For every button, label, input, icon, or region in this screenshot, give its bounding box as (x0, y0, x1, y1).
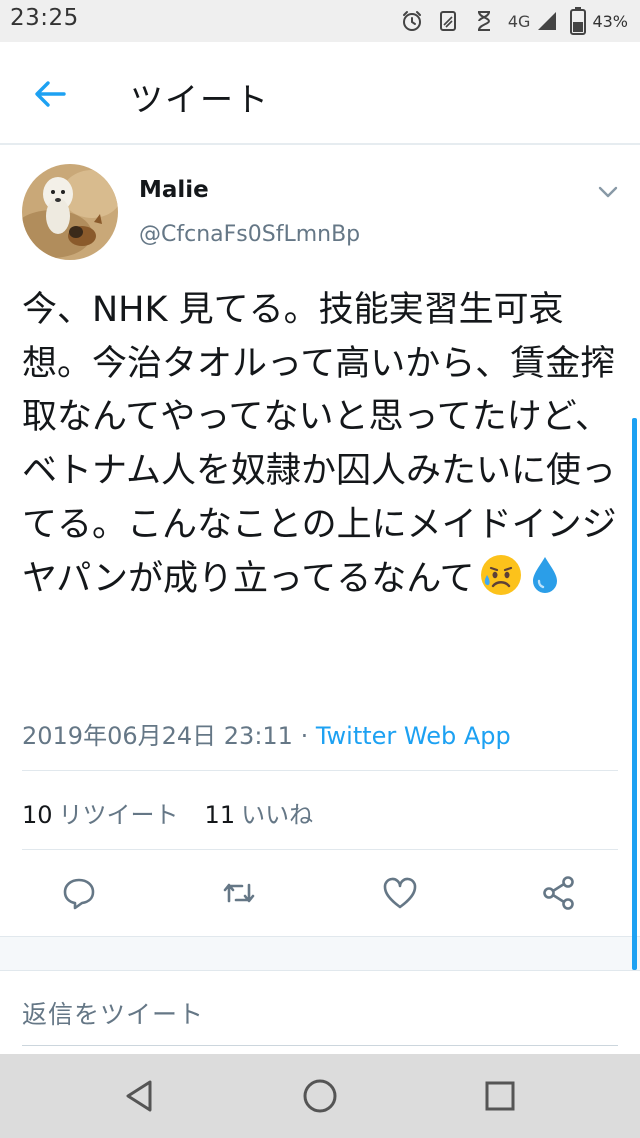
tweet-stats: 10 リツイート 11 いいね (22, 795, 313, 830)
avatar[interactable] (22, 164, 118, 260)
author-name[interactable]: Malie (139, 177, 209, 203)
triangle-back-icon[interactable] (118, 1074, 162, 1118)
app-bar: ツイート (0, 42, 640, 145)
scrollbar[interactable] (632, 418, 637, 970)
reply-input[interactable]: 返信をツイート (22, 995, 204, 1031)
status-icons: 4G 43% (400, 5, 628, 37)
droplet-icon (527, 553, 563, 614)
status-time: 23:25 (10, 5, 79, 31)
like-label: いいね (241, 801, 314, 829)
retweet-label: リツイート (58, 801, 179, 829)
system-nav-bar (0, 1054, 640, 1138)
sad-relieved-face-icon (479, 553, 523, 614)
network-label: 4G (507, 11, 531, 31)
divider (22, 770, 618, 771)
circle-home-icon[interactable] (298, 1074, 342, 1118)
tweet-timestamp: 2019年06月24日 23:11 (22, 722, 293, 750)
arrow-left-icon[interactable] (30, 74, 70, 114)
hourglass-icon (472, 9, 496, 33)
page-title: ツイート (130, 80, 270, 119)
screen-rotate-icon (436, 9, 460, 33)
status-bar: 23:25 4G 43% (0, 0, 640, 42)
reply-icon[interactable] (60, 874, 98, 912)
tweet-text: 今、NHK 見てる。技能実習生可哀想。今治タオルって高いから、賃金搾取なんてやっ… (22, 284, 622, 613)
section-divider (0, 936, 640, 971)
divider (22, 849, 618, 850)
like-stat[interactable]: 11 いいね (205, 801, 314, 829)
battery-icon (570, 7, 587, 35)
square-recents-icon[interactable] (478, 1074, 522, 1118)
like-count: 11 (204, 801, 236, 829)
alarm-icon (400, 9, 424, 33)
signal-icon (536, 10, 558, 32)
retweet-stat[interactable]: 10 リツイート (22, 801, 179, 829)
meta-separator: · (292, 722, 316, 750)
reply-underline (22, 1045, 618, 1046)
author-handle[interactable]: @CfcnaFs0SfLmnBp (139, 222, 360, 247)
battery-percent: 43% (592, 11, 628, 31)
heart-icon[interactable] (381, 874, 419, 912)
share-icon[interactable] (540, 874, 578, 912)
chevron-down-icon[interactable] (596, 180, 620, 204)
retweet-count: 10 (22, 801, 53, 829)
tweet-meta: 2019年06月24日 23:11 · Twitter Web App (22, 716, 511, 751)
tweet-source-link[interactable]: Twitter Web App (316, 722, 511, 750)
retweet-icon[interactable] (220, 874, 258, 912)
